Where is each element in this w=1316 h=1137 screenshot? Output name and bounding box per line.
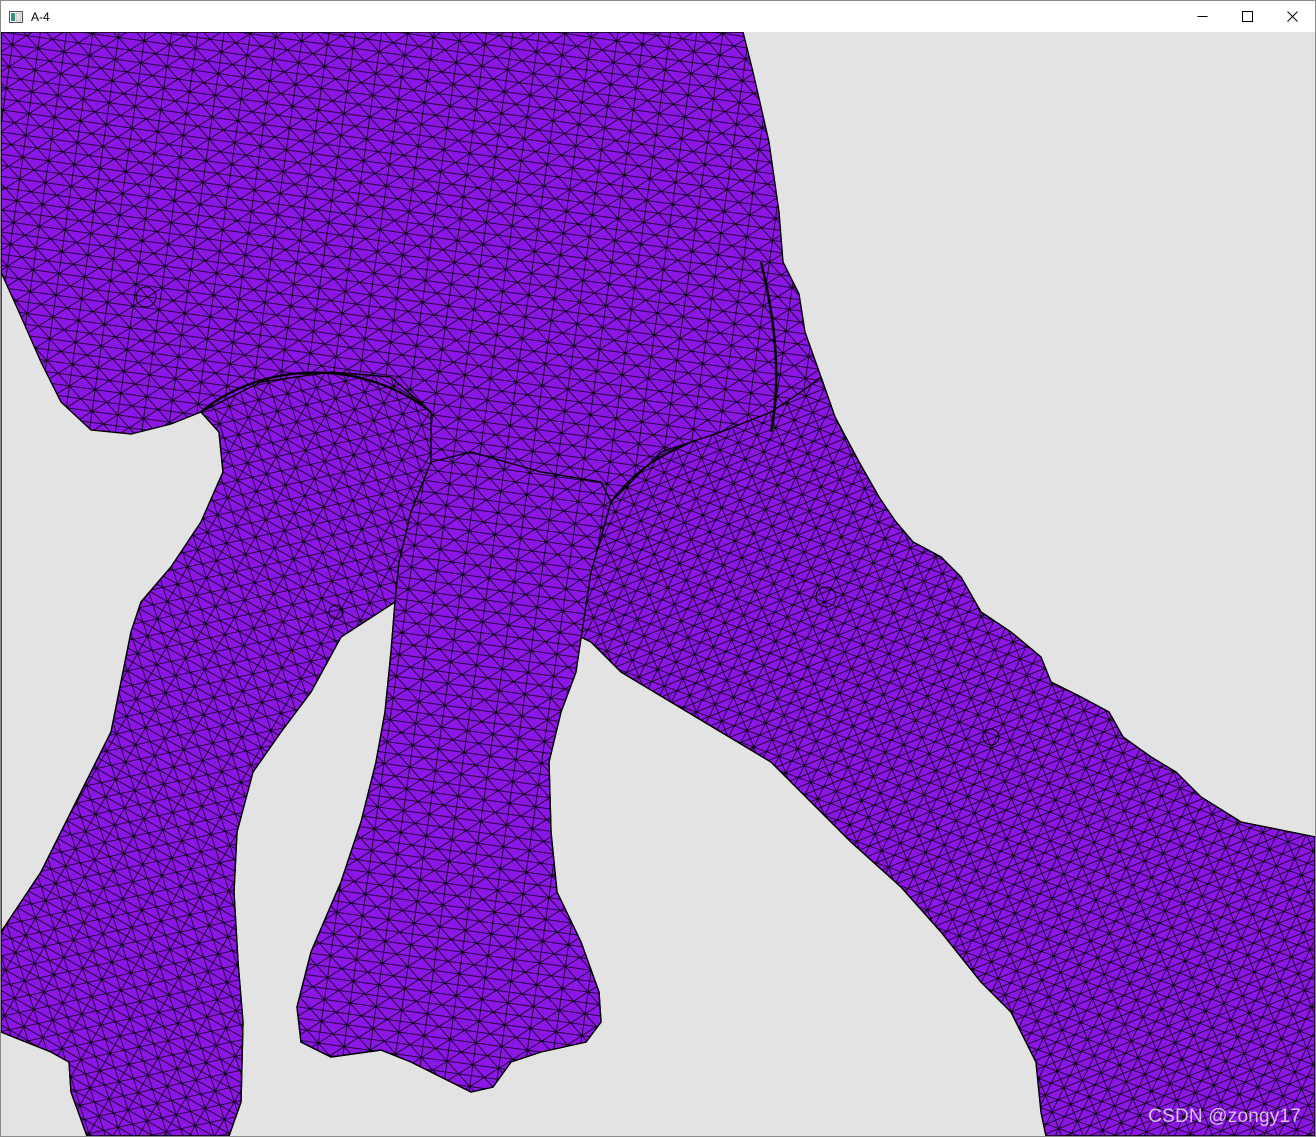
minimize-button[interactable] (1179, 1, 1225, 32)
mesh-render (1, 32, 1315, 1136)
mesh-right-leg (570, 375, 1315, 1136)
maximize-icon (1241, 11, 1253, 22)
watermark: CSDN @zongy17 (1148, 1106, 1301, 1127)
app-window: A-4 CSDN @zongy17 (0, 0, 1316, 1137)
close-button[interactable] (1269, 1, 1315, 32)
title-bar[interactable]: A-4 (1, 1, 1315, 32)
maximize-button[interactable] (1224, 1, 1270, 32)
render-viewport[interactable]: CSDN @zongy17 (1, 32, 1315, 1136)
minimize-icon (1197, 11, 1208, 22)
app-window-icon (9, 10, 23, 23)
window-title: A-4 (31, 10, 50, 24)
close-icon (1286, 11, 1298, 22)
